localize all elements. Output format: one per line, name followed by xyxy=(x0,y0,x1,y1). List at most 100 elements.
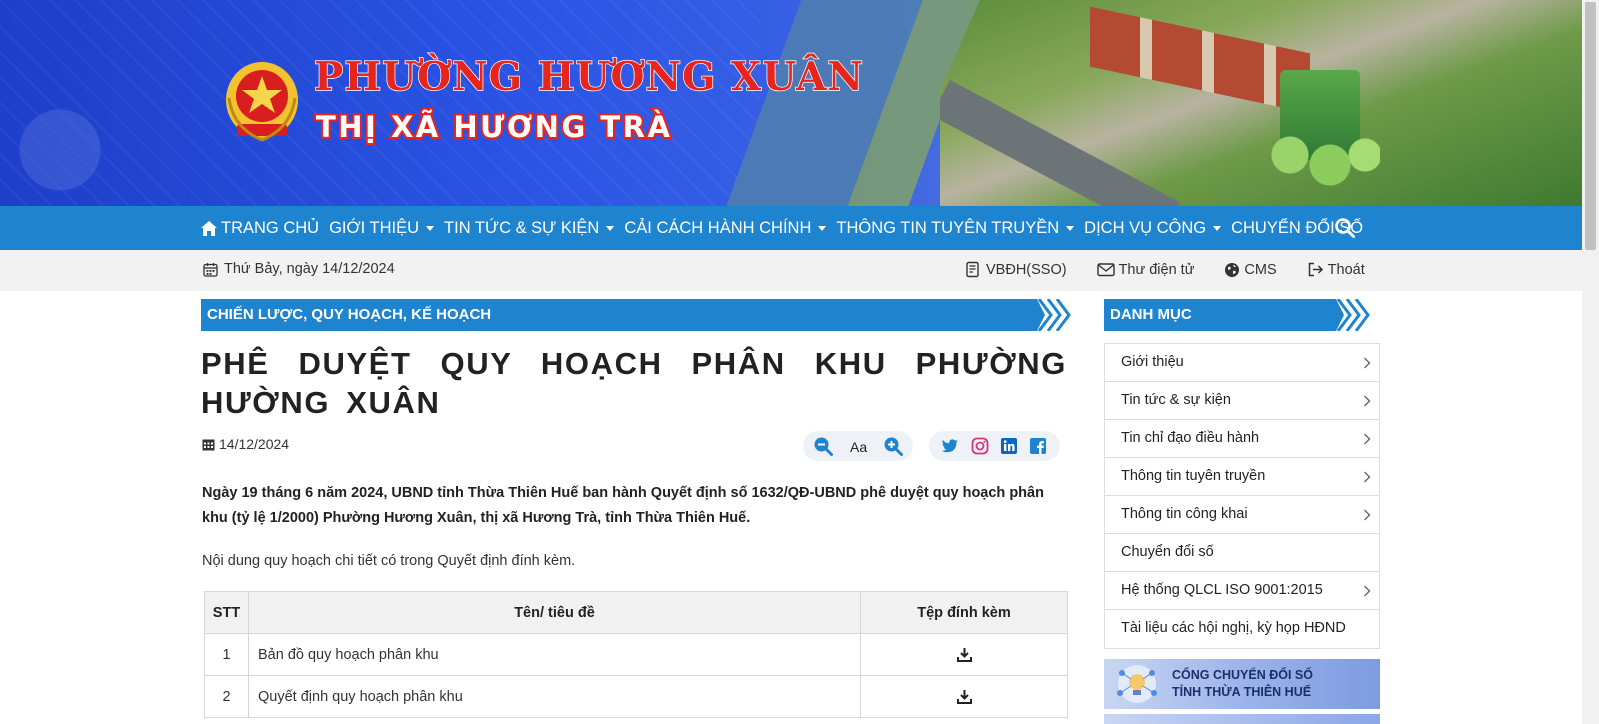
chevron-right-icon xyxy=(1364,471,1371,483)
col-header-attachment: Tệp đính kèm xyxy=(860,591,1068,634)
cell-stt: 1 xyxy=(204,633,249,676)
font-reset-button[interactable]: Aa xyxy=(850,439,867,455)
nav-item-label: CẢI CÁCH HÀNH CHÍNH xyxy=(624,218,812,237)
article-title: PHÊ DUYỆT QUY HOẠCH PHÂN KHU PHƯỜNG HƯỜN… xyxy=(201,346,1067,420)
category-bar[interactable]: CHIẾN LƯỢC, QUY HOẠCH, KẾ HOẠCH xyxy=(201,299,1081,331)
linkedin-icon[interactable] xyxy=(1000,437,1018,455)
sidebar-banner-partial[interactable] xyxy=(1104,714,1380,724)
cell-title: Bản đồ quy hoạch phân khu xyxy=(248,633,861,676)
national-emblem-icon xyxy=(226,62,298,142)
nav-item-label: TIN TỨC & SỰ KIỆN xyxy=(444,218,600,237)
post-date: 14/12/2024 xyxy=(202,436,289,452)
sidebar-item-label: Thông tin tuyên truyền xyxy=(1121,468,1266,484)
nav-item-admin-reform[interactable]: CẢI CÁCH HÀNH CHÍNH xyxy=(624,218,827,238)
email-link[interactable]: Thư điện tử xyxy=(1096,261,1195,278)
nav-item-public-service[interactable]: DỊCH VỤ CÔNG xyxy=(1084,218,1222,238)
vbdh-sso-label: VBĐH(SSO) xyxy=(986,261,1067,278)
zoom-in-icon[interactable] xyxy=(883,436,903,456)
nav-item-about[interactable]: GIỚI THIỆU xyxy=(329,218,435,238)
attachments-table: STT Tên/ tiêu đề Tệp đính kèm 1 Bản đồ q… xyxy=(204,591,1068,718)
top-links: VBĐH(SSO) Thư điện tử CMS Thoát xyxy=(965,261,1395,278)
document-icon xyxy=(966,261,979,278)
sidebar-item-propaganda[interactable]: Thông tin tuyên truyền xyxy=(1105,458,1379,496)
site-title: PHƯỜNG HƯƠNG XUÂN xyxy=(313,53,865,101)
chevron-right-icon xyxy=(1364,585,1371,597)
digital-portal-text: CỔNG CHUYỂN ĐỔI SỐ TỈNH THỪA THIÊN HUẾ xyxy=(1172,667,1313,701)
sidebar-item-label: Tin chỉ đạo điều hành xyxy=(1121,430,1260,446)
table-header-row: STT Tên/ tiêu đề Tệp đính kèm xyxy=(204,591,1068,634)
nav-item-label: GIỚI THIỆU xyxy=(329,218,420,237)
col-header-title: Tên/ tiêu đề xyxy=(248,591,861,634)
chevron-right-icon xyxy=(1364,433,1371,445)
site-subtitle: THỊ XÃ HƯƠNG TRÀ xyxy=(314,108,673,146)
logout-link[interactable]: Thoát xyxy=(1307,262,1365,278)
header-banner: PHƯỜNG HƯƠNG XUÂN THỊ XÃ HƯƠNG TRÀ xyxy=(0,0,1582,206)
twitter-icon[interactable] xyxy=(941,437,959,455)
logout-icon xyxy=(1308,262,1323,277)
sidebar-item-public-info[interactable]: Thông tin công khai xyxy=(1105,496,1379,534)
sidebar-item-news[interactable]: Tin tức & sự kiện xyxy=(1105,382,1379,420)
scrollbar-thumb[interactable] xyxy=(1585,2,1596,250)
nav-item-label: DỊCH VỤ CÔNG xyxy=(1084,218,1207,237)
sidebar-item-about[interactable]: Giới thiệu xyxy=(1105,344,1379,382)
banner-photo xyxy=(940,0,1582,206)
caret-down-icon xyxy=(1066,225,1075,231)
table-row: 2 Quyết định quy hoạch phân khu xyxy=(204,675,1068,718)
digital-portal-banner[interactable]: CỔNG CHUYỂN ĐỔI SỐ TỈNH THỪA THIÊN HUẾ xyxy=(1104,659,1380,709)
email-label: Thư điện tử xyxy=(1118,261,1195,278)
article-lead: Ngày 19 tháng 6 năm 2024, UBND tỉnh Thừa… xyxy=(202,485,1044,526)
sidebar-item-label: Chuyển đổi số xyxy=(1121,544,1214,560)
vbdh-sso-link[interactable]: VBĐH(SSO) xyxy=(965,261,1067,278)
calendar-icon xyxy=(202,439,215,450)
sidebar-item-label: Thông tin công khai xyxy=(1121,506,1248,522)
nav-item-propaganda[interactable]: THÔNG TIN TUYÊN TRUYỀN xyxy=(836,218,1075,238)
current-date-text: Thứ Bảy, ngày 14/12/2024 xyxy=(224,261,395,277)
category-label: CHIẾN LƯỢC, QUY HOẠCH, KẾ HOẠCH xyxy=(207,306,492,323)
zoom-out-icon[interactable] xyxy=(813,436,833,456)
sidebar-item-directives[interactable]: Tin chỉ đạo điều hành xyxy=(1105,420,1379,458)
sidebar-heading-label: DANH MỤC xyxy=(1110,306,1192,323)
home-icon xyxy=(201,220,217,236)
banner-pattern xyxy=(0,0,760,206)
nav-item-news[interactable]: TIN TỨC & SỰ KIỆN xyxy=(444,218,615,238)
mail-icon xyxy=(1096,263,1115,277)
facebook-icon[interactable] xyxy=(1029,437,1047,455)
current-date: Thứ Bảy, ngày 14/12/2024 xyxy=(203,261,395,277)
chevrons-icon xyxy=(1336,299,1380,331)
chevron-right-icon xyxy=(1364,509,1371,521)
caret-down-icon xyxy=(1213,225,1222,231)
nav-item-home[interactable]: TRANG CHỦ xyxy=(200,219,319,238)
download-icon[interactable] xyxy=(956,689,972,705)
sidebar-menu: Giới thiệu Tin tức & sự kiện Tin chỉ đạo… xyxy=(1104,343,1380,649)
digital-portal-line2: TỈNH THỪA THIÊN HUẾ xyxy=(1172,685,1312,699)
instagram-icon[interactable] xyxy=(971,437,989,455)
search-icon[interactable] xyxy=(1334,217,1356,239)
main-nav: TRANG CHỦ GIỚI THIỆU TIN TỨC & SỰ KIỆN C… xyxy=(0,206,1582,250)
download-icon[interactable] xyxy=(956,647,972,663)
article-body: Nội dung quy hoạch chi tiết có trong Quy… xyxy=(202,553,576,569)
chevron-right-icon xyxy=(1364,357,1371,369)
cms-label: CMS xyxy=(1244,261,1277,278)
utility-bar: Thứ Bảy, ngày 14/12/2024 VBĐH(SSO) Thư đ… xyxy=(0,250,1582,291)
cell-attachment xyxy=(860,633,1068,676)
font-size-control: Aa xyxy=(803,431,913,461)
nav-item-label: THÔNG TIN TUYÊN TRUYỀN xyxy=(836,218,1060,237)
table-row: 1 Bản đồ quy hoạch phân khu xyxy=(204,633,1068,676)
nav-item-label: TRANG CHỦ xyxy=(221,218,320,237)
page-scrollbar[interactable] xyxy=(1582,0,1599,724)
sidebar-item-label: Tài liệu các hội nghị, kỳ họp HĐND xyxy=(1121,620,1346,636)
col-header-stt: STT xyxy=(204,591,249,634)
sidebar-item-label: Giới thiệu xyxy=(1121,354,1184,370)
share-buttons xyxy=(929,431,1060,461)
sidebar-heading: DANH MỤC xyxy=(1104,299,1380,331)
sidebar-item-iso[interactable]: Hệ thống QLCL ISO 9001:2015 xyxy=(1105,572,1379,610)
cms-link[interactable]: CMS xyxy=(1224,261,1277,278)
sidebar-item-hdnd-docs[interactable]: Tài liệu các hội nghị, kỳ họp HĐND xyxy=(1105,610,1379,648)
globe-icon xyxy=(1225,262,1240,277)
sidebar-item-label: Hệ thống QLCL ISO 9001:2015 xyxy=(1121,582,1323,598)
sidebar-item-label: Tin tức & sự kiện xyxy=(1121,392,1231,408)
calendar-icon xyxy=(203,262,218,277)
caret-down-icon xyxy=(818,225,827,231)
caret-down-icon xyxy=(606,225,615,231)
sidebar-item-digital[interactable]: Chuyển đổi số xyxy=(1105,534,1379,572)
